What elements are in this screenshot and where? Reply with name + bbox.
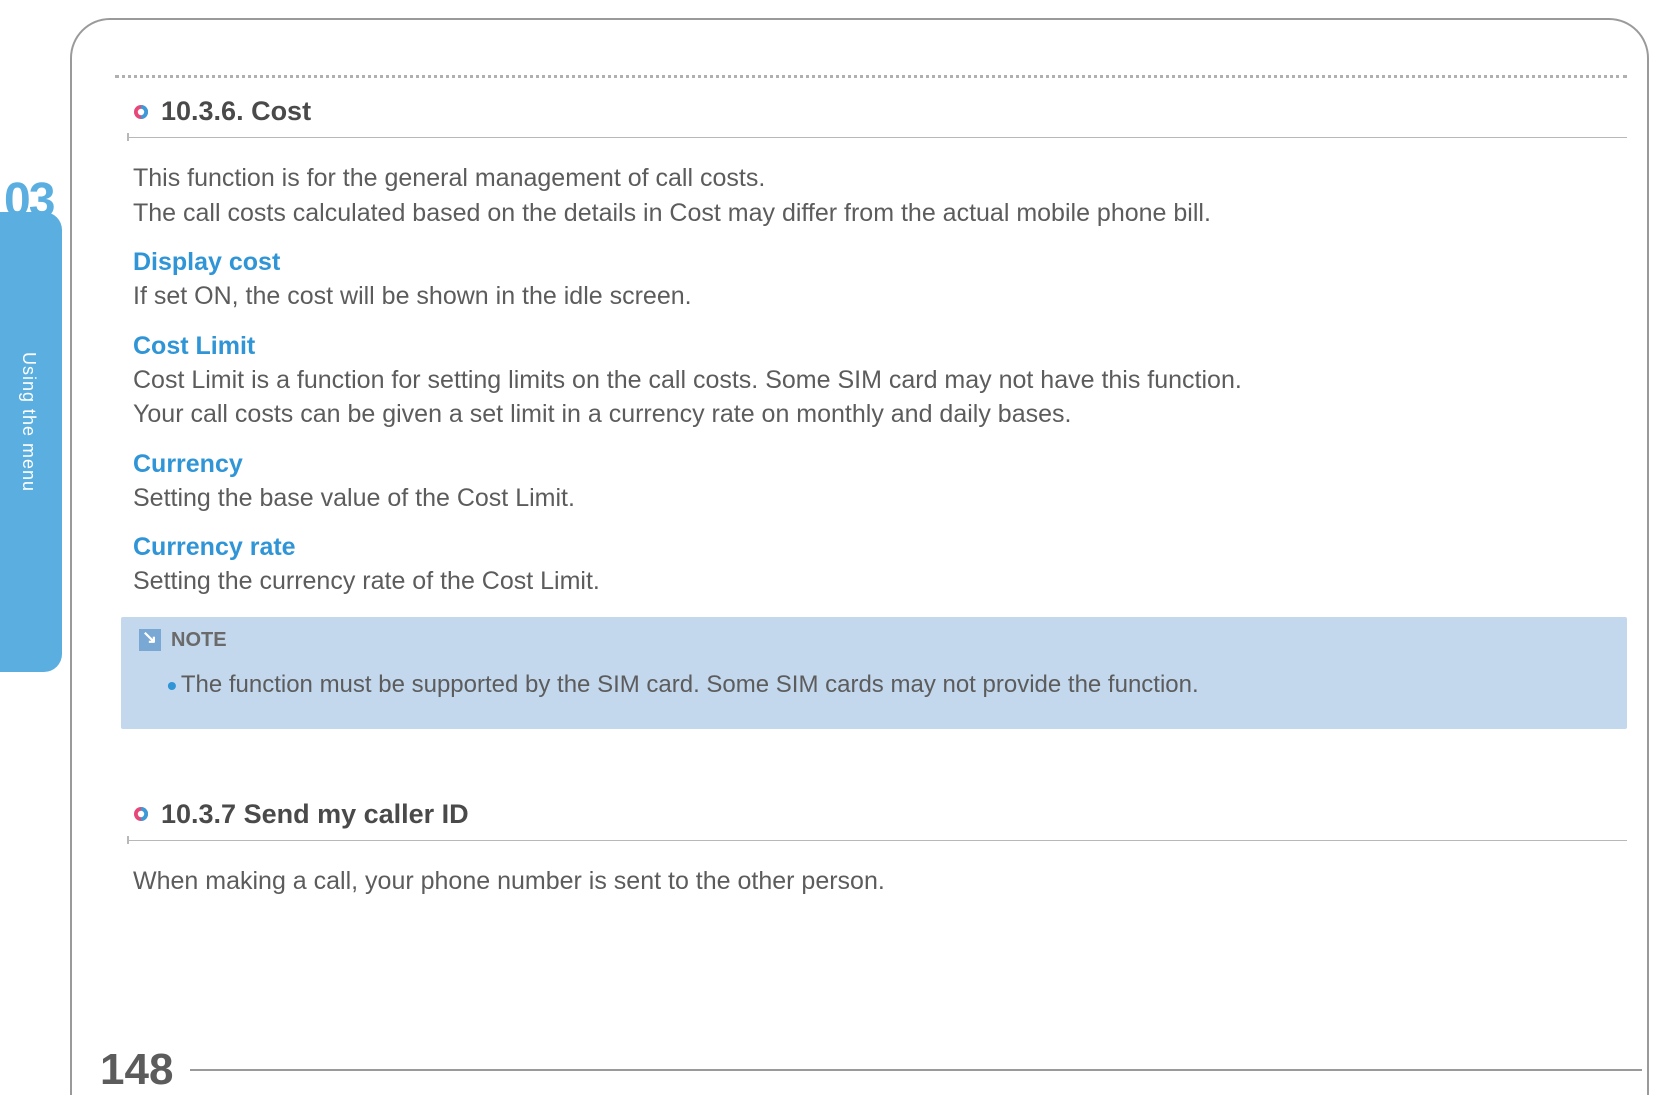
main-content: 10.3.6. Cost This function is for the ge…	[115, 75, 1627, 916]
heading-rule	[127, 133, 1627, 141]
section-title: 10.3.6. Cost	[161, 96, 311, 127]
section-heading-caller-id: 10.3.7 Send my caller ID	[133, 799, 1627, 830]
tab-body: Using the menu	[0, 212, 62, 672]
footer-rule	[190, 1069, 1642, 1071]
page-number: 148	[100, 1045, 173, 1095]
sub-body: Cost Limit is a function for setting lim…	[133, 363, 1627, 432]
note-box: NOTE •The function must be supported by …	[121, 617, 1627, 729]
dotted-separator	[115, 75, 1627, 78]
note-text: The function must be supported by the SI…	[181, 670, 1199, 697]
sub-heading-currency-rate: Currency rate	[133, 533, 1627, 562]
section-intro: This function is for the general managem…	[133, 161, 1627, 230]
side-tab: 03 Using the menu	[0, 180, 70, 700]
note-header: NOTE	[139, 629, 1609, 652]
section-intro: When making a call, your phone number is…	[133, 864, 1627, 899]
section-title: 10.3.7 Send my caller ID	[161, 799, 469, 830]
bullet-icon	[133, 806, 149, 822]
sub-body: If set ON, the cost will be shown in the…	[133, 279, 1627, 314]
note-item: •The function must be supported by the S…	[167, 666, 1609, 705]
note-label: NOTE	[171, 629, 227, 652]
bullet-icon	[133, 104, 149, 120]
sub-body: Setting the currency rate of the Cost Li…	[133, 564, 1627, 599]
sub-body: Setting the base value of the Cost Limit…	[133, 481, 1627, 516]
sub-heading-cost-limit: Cost Limit	[133, 332, 1627, 361]
chapter-number: 03	[4, 173, 53, 228]
note-dot-icon: •	[167, 670, 177, 701]
heading-rule	[127, 836, 1627, 844]
tab-label: Using the menu	[18, 352, 39, 492]
note-arrow-icon	[139, 629, 161, 651]
sub-heading-display-cost: Display cost	[133, 248, 1627, 277]
section-heading-cost: 10.3.6. Cost	[133, 96, 1627, 127]
sub-heading-currency: Currency	[133, 450, 1627, 479]
